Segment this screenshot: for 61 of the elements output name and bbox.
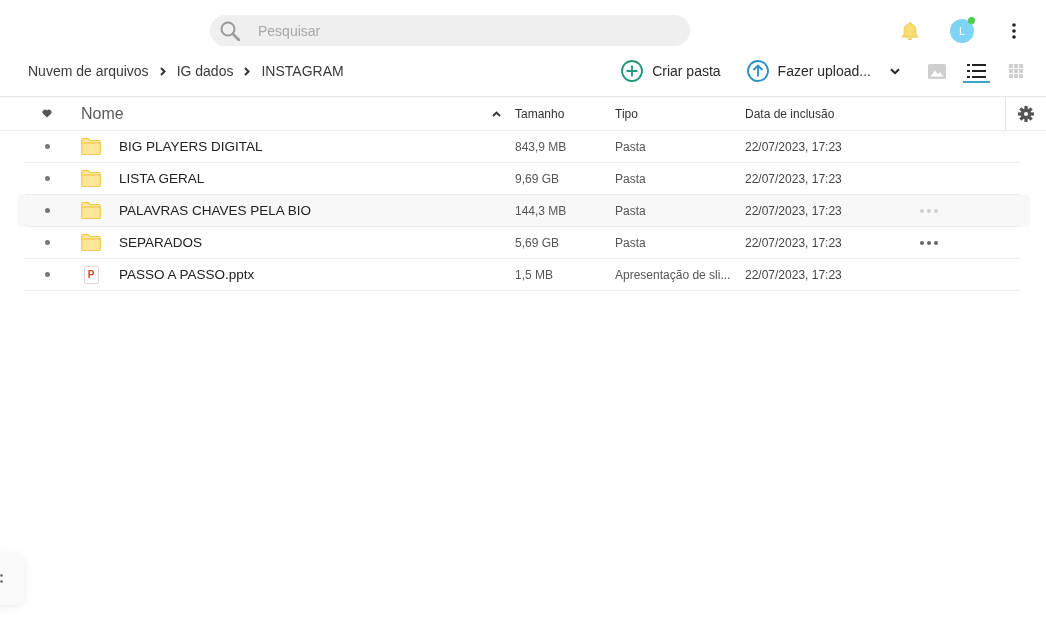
chevron-right-icon <box>244 66 251 76</box>
folder-icon <box>81 202 101 219</box>
file-type: Pasta <box>615 171 646 186</box>
plus-circle-icon <box>621 60 644 82</box>
dot-icon[interactable] <box>44 272 50 277</box>
breadcrumb-link[interactable]: IG dados <box>176 63 234 79</box>
column-header[interactable]: Tipo <box>615 97 745 130</box>
heart-icon <box>42 109 52 118</box>
dot-icon[interactable] <box>44 176 50 181</box>
file-type: Pasta <box>615 235 646 250</box>
table-row[interactable]: P PASSO A PASSO.pptx 1,5 MB Apresentação de sli... 22/07/2023, 17:23 <box>25 259 1020 291</box>
horizontal-dots-icon <box>920 240 938 245</box>
file-size: 843,9 MB <box>515 139 567 154</box>
folder-icon <box>81 170 101 187</box>
view-toggle[interactable] <box>963 61 990 83</box>
image-icon <box>928 63 946 79</box>
date-added: 22/07/2023, 17:23 <box>745 171 842 186</box>
search-field[interactable]: Pesquisar <box>210 15 690 46</box>
settings-icon <box>1018 105 1034 122</box>
create-folder-button[interactable]: Criar pasta <box>621 61 721 81</box>
file-size: 144,3 MB <box>515 203 567 218</box>
column-header[interactable]: Nome <box>69 97 515 130</box>
table-row[interactable]: BIG PLAYERS DIGITAL 843,9 MB Pasta 22/07/2023, 17:23 <box>25 131 1020 163</box>
table-row[interactable]: SEPARADOS 5,69 GB Pasta 22/07/2023, 17:23 <box>25 227 1020 259</box>
file-name[interactable]: PALAVRAS CHAVES PELA BIO <box>119 203 312 218</box>
file-name[interactable]: BIG PLAYERS DIGITAL <box>119 139 263 154</box>
chevron-down-icon <box>890 67 900 75</box>
file-size: 1,5 MB <box>515 267 553 282</box>
grid-icon <box>1009 64 1023 78</box>
breadcrumb-link[interactable]: Nuvem de arquivos <box>28 63 149 79</box>
chevron-right-icon <box>159 66 166 76</box>
upload-arrow-circle-icon <box>746 60 769 82</box>
date-added: 22/07/2023, 17:23 <box>745 267 842 282</box>
file-name[interactable]: LISTA GERAL <box>119 171 205 186</box>
dot-icon[interactable] <box>44 208 50 213</box>
file-size: 5,69 GB <box>515 235 560 250</box>
file-type: Pasta <box>615 139 646 154</box>
vertical-dots-icon <box>1012 22 1016 39</box>
date-added: 22/07/2023, 17:23 <box>745 203 842 218</box>
breadcrumb-link[interactable]: INSTAGRAM <box>261 63 344 79</box>
more-actions-button[interactable] <box>920 240 938 245</box>
upload-button[interactable]: Fazer upload... <box>746 61 871 81</box>
file-type: Apresentação de sli... <box>615 267 731 282</box>
folder-icon <box>81 234 101 251</box>
bell-icon <box>900 20 920 41</box>
dot-icon[interactable] <box>44 144 50 149</box>
search-icon <box>220 21 240 41</box>
column-header[interactable]: Data de inclusão <box>745 97 1005 130</box>
dots-icon <box>0 574 3 583</box>
list-icon <box>967 64 986 78</box>
horizontal-dots-icon <box>920 208 938 213</box>
folder-icon <box>81 138 101 155</box>
dot-icon[interactable] <box>44 240 50 245</box>
presentation-file-icon: P <box>83 265 99 284</box>
file-name[interactable]: SEPARADOS <box>119 235 203 250</box>
date-added: 22/07/2023, 17:23 <box>745 139 842 154</box>
date-added: 22/07/2023, 17:23 <box>745 235 842 250</box>
column-header[interactable]: Tamanho <box>515 97 615 130</box>
file-name[interactable]: PASSO A PASSO.pptx <box>119 267 255 282</box>
file-size: 9,69 GB <box>515 171 560 186</box>
file-type: Pasta <box>615 203 646 218</box>
